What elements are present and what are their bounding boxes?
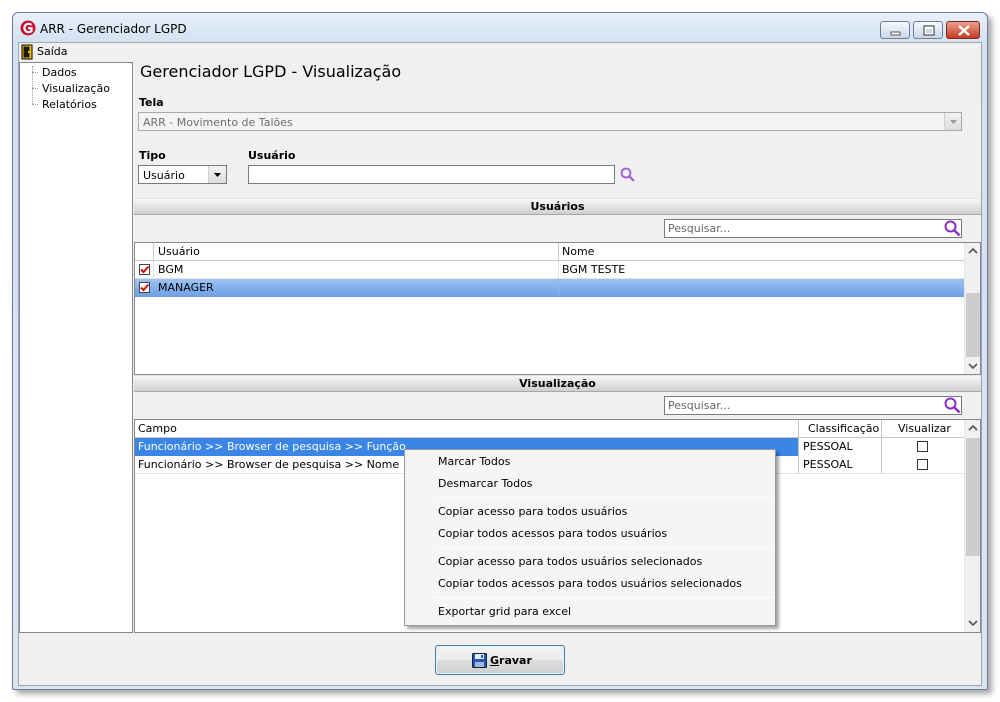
close-button[interactable]: [946, 21, 980, 39]
exit-door-icon: [21, 44, 33, 60]
menu-item-copiar-todos-acessos-selecionados[interactable]: Copiar todos acessos para todos usuários…: [438, 577, 742, 590]
scroll-thumb[interactable]: [966, 438, 980, 556]
tipo-label: Tipo: [139, 149, 166, 162]
menu-separator: [435, 597, 773, 598]
tree-item-visualizacao[interactable]: Visualização: [42, 82, 110, 95]
menu-item-exit[interactable]: Saída: [37, 45, 68, 58]
menu-item-copiar-acesso-selecionados[interactable]: Copiar acesso para todos usuários seleci…: [438, 555, 702, 568]
maximize-button[interactable]: [913, 21, 943, 39]
tree-item-relatorios[interactable]: Relatórios: [42, 98, 97, 111]
tipo-dropdown-button[interactable]: [208, 166, 226, 183]
page-title: Gerenciador LGPD - Visualização: [140, 62, 402, 81]
menu-item-copiar-acesso-todos[interactable]: Copiar acesso para todos usuários: [438, 505, 627, 518]
tree-connector: [32, 72, 38, 73]
cell-nome: BGM TESTE: [562, 263, 626, 276]
usuarios-section-header: Usuários: [134, 198, 981, 215]
table-row-selected[interactable]: MANAGER: [135, 279, 964, 297]
cell-nome: [559, 279, 562, 296]
gravar-button[interactable]: Gravar: [435, 645, 565, 675]
menu-item-copiar-todos-acessos-todos[interactable]: Copiar todos acessos para todos usuários: [438, 527, 667, 540]
usuario-label: Usuário: [248, 149, 296, 162]
grid-header: Campo Classificação Visualizar: [135, 420, 964, 438]
scroll-thumb[interactable]: [966, 293, 980, 357]
minimize-icon: [890, 31, 901, 36]
column-header-usuario[interactable]: Usuário: [155, 243, 200, 260]
minimize-button[interactable]: [880, 21, 910, 39]
menu-item-exportar-excel[interactable]: Exportar grid para excel: [438, 605, 571, 618]
tree-connector: [32, 104, 38, 105]
chevron-down-icon: [214, 173, 221, 177]
column-header-classificacao[interactable]: Classificação: [805, 420, 879, 437]
menu-separator: [435, 497, 773, 498]
checkmark-icon: [140, 265, 150, 274]
menu-separator: [435, 547, 773, 548]
close-icon: [958, 25, 970, 36]
cell-campo: Funcionário >> Browser de pesquisa >> Fu…: [138, 440, 406, 453]
cell-classificacao: PESSOAL: [803, 458, 853, 471]
visualizar-checkbox[interactable]: [917, 441, 928, 452]
visualizar-checkbox[interactable]: [917, 459, 928, 470]
search-icon[interactable]: [619, 166, 637, 184]
tree-connector: [32, 88, 38, 89]
row-checkbox[interactable]: [139, 264, 150, 275]
usuario-input[interactable]: [248, 165, 615, 184]
visualizacao-section-header: Visualização: [134, 375, 981, 392]
menu-bar: [19, 43, 981, 61]
cell-usuario: MANAGER: [158, 281, 214, 294]
column-header-nome[interactable]: Nome: [559, 243, 594, 260]
navigation-tree: [19, 62, 133, 633]
chevron-down-icon: [950, 120, 957, 124]
search-icon[interactable]: [943, 396, 962, 415]
scroll-up-icon[interactable]: [965, 422, 981, 439]
tela-select-value: ARR - Movimento de Talões: [143, 116, 293, 129]
cell-usuario: BGM: [158, 263, 184, 276]
tela-dropdown-button[interactable]: [944, 113, 961, 130]
column-header-campo[interactable]: Campo: [135, 420, 177, 437]
save-floppy-icon: [472, 653, 487, 668]
menu-item-marcar-todos[interactable]: Marcar Todos: [438, 455, 510, 468]
usuarios-grid: Usuário Nome BGM BGM TESTE MANAGER: [134, 242, 981, 375]
grid-header: Usuário Nome: [135, 243, 964, 261]
window-title: ARR - Gerenciador LGPD: [40, 22, 187, 36]
table-row[interactable]: BGM BGM TESTE: [135, 261, 964, 279]
menu-item-desmarcar-todos[interactable]: Desmarcar Todos: [438, 477, 533, 490]
tela-select[interactable]: ARR - Movimento de Talões: [138, 112, 962, 131]
app-logo-icon: [20, 20, 36, 36]
tree-item-dados[interactable]: Dados: [42, 66, 77, 79]
gravar-button-label: Gravar: [490, 654, 532, 667]
context-menu: Marcar Todos Desmarcar Todos Copiar aces…: [404, 449, 776, 626]
column-header-visualizar[interactable]: Visualizar: [895, 420, 951, 437]
tela-label: Tela: [139, 96, 164, 109]
restore-icon: [923, 25, 935, 36]
cell-campo: Funcionário >> Browser de pesquisa >> No…: [138, 458, 400, 471]
checkmark-icon: [140, 283, 150, 292]
usuarios-search-input[interactable]: Pesquisar...: [664, 219, 962, 238]
visualizacao-search-placeholder: Pesquisar...: [668, 399, 731, 412]
visualizacao-search-input[interactable]: Pesquisar...: [664, 396, 962, 415]
visualizacao-scrollbar[interactable]: [964, 420, 980, 632]
tipo-select-value: Usuário: [143, 169, 185, 182]
cell-classificacao: PESSOAL: [803, 440, 853, 453]
scroll-down-icon[interactable]: [965, 617, 981, 634]
usuarios-scrollbar[interactable]: [964, 243, 980, 374]
search-icon[interactable]: [943, 219, 962, 238]
row-checkbox[interactable]: [139, 282, 150, 293]
usuarios-search-placeholder: Pesquisar...: [668, 222, 731, 235]
scroll-up-icon[interactable]: [965, 245, 981, 262]
